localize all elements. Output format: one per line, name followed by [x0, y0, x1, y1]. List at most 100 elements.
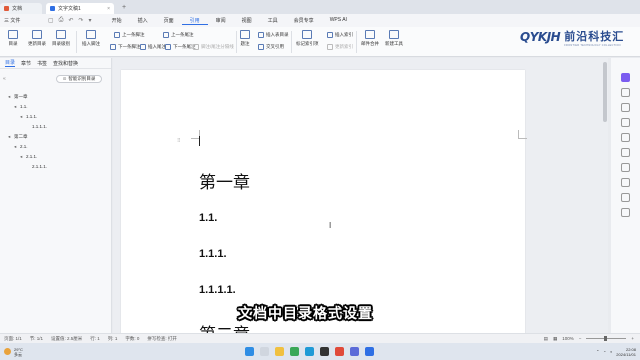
collapse-pane-icon[interactable]: «	[3, 76, 6, 82]
document-area[interactable]: ⠿ 第一章 1.1. 1.1.1. 1.1.1.1. 第二章 I	[113, 58, 608, 333]
app-icon[interactable]	[350, 347, 359, 356]
menu-member[interactable]: 会员专享	[286, 17, 322, 25]
word-icon	[50, 6, 55, 11]
nav-tab-toc[interactable]: 目录	[5, 59, 16, 67]
sidebar-tool-icon[interactable]	[621, 133, 630, 142]
zoom-level[interactable]: 100%	[562, 336, 574, 341]
status-spell[interactable]: 拼写检查: 打开	[147, 336, 177, 342]
menu-tools[interactable]: 工具	[260, 17, 286, 25]
file-explorer-icon[interactable]	[275, 347, 284, 356]
windows-start-icon[interactable]	[245, 347, 254, 356]
app-icon[interactable]	[365, 347, 374, 356]
new-tab-button[interactable]: +	[122, 4, 126, 11]
document-heading-3[interactable]: 1.1.1.	[199, 248, 227, 260]
sidebar-tool-icon[interactable]	[621, 208, 630, 217]
volume-icon[interactable]: ◖	[610, 349, 612, 354]
smart-toc-button[interactable]: ⊙ 智能识别目录	[56, 75, 102, 83]
close-tab-icon[interactable]: ×	[107, 6, 110, 12]
toc-item[interactable]: ◂ 第一章	[8, 92, 47, 102]
wifi-icon[interactable]: ◔	[603, 349, 605, 354]
paragraph-handle-icon[interactable]: ⠿	[177, 138, 181, 144]
sidebar-tool-icon[interactable]	[621, 88, 630, 97]
insert-footnote-button[interactable]: 插入脚注	[82, 30, 100, 47]
mail-merge-button[interactable]: 邮件合并	[361, 30, 379, 47]
vertical-scrollbar[interactable]	[602, 58, 608, 333]
ai-icon[interactable]	[621, 73, 630, 82]
view-mode-icon[interactable]: ▤	[544, 336, 548, 342]
zoom-slider[interactable]	[586, 336, 627, 341]
next-endnote-button[interactable]: 下一条尾注	[165, 44, 196, 50]
sidebar-tool-icon[interactable]	[621, 148, 630, 157]
tab-document-1[interactable]: 文字文稿1 ×	[46, 3, 114, 14]
sidebar-tool-icon[interactable]	[621, 193, 630, 202]
toc-level-button[interactable]: 目录级别	[52, 30, 70, 47]
wps-icon[interactable]	[335, 347, 344, 356]
status-page[interactable]: 页面: 1/1	[4, 336, 22, 342]
update-index-button[interactable]: 更新索引	[327, 44, 353, 50]
save-icon[interactable]: ▢	[48, 17, 54, 24]
dropdown-icon[interactable]: ▾	[89, 17, 92, 24]
toc-icon	[8, 30, 18, 39]
toc-button[interactable]: 目录	[8, 30, 18, 47]
tray-chevron-icon[interactable]: ⌃	[596, 349, 599, 354]
document-heading-1[interactable]: 第一章	[199, 168, 250, 193]
sidebar-tool-icon[interactable]	[621, 178, 630, 187]
file-menu[interactable]: 三 文件	[4, 17, 34, 24]
cross-reference-button[interactable]: 交叉引用	[258, 44, 284, 50]
toc-item[interactable]: ◂ 2.1.1.	[8, 152, 47, 162]
search-icon[interactable]	[260, 347, 269, 356]
undo-icon[interactable]: ↶	[68, 17, 73, 24]
edge-icon[interactable]	[305, 347, 314, 356]
sidebar-tool-icon[interactable]	[621, 103, 630, 112]
nav-tab-sections[interactable]: 章节	[21, 60, 31, 67]
insert-table-of-figures-button[interactable]: 插入表目录	[258, 32, 289, 38]
prev-footnote-button[interactable]: 上一条脚注	[114, 32, 145, 38]
redo-icon[interactable]: ↷	[79, 17, 84, 24]
update-toc-button[interactable]: 更新目录	[28, 30, 46, 47]
document-page[interactable]: ⠿ 第一章 1.1. 1.1.1. 1.1.1.1. 第二章 I	[121, 70, 527, 333]
toc-item[interactable]: 2.1.1.1.	[8, 162, 47, 172]
toc-item[interactable]: ◂ 第二章	[8, 132, 47, 142]
menu-page[interactable]: 页面	[156, 17, 182, 25]
insert-endnote-button[interactable]: 插入尾注	[140, 44, 166, 50]
tab-documents-label: 文档	[12, 6, 23, 12]
toc-item[interactable]: 1.1.1.1.	[8, 122, 47, 132]
weather-widget[interactable]: 29°C 多云	[4, 347, 23, 357]
citation-tools-button[interactable]: 新建工具	[385, 30, 403, 47]
print-icon[interactable]: ⎙	[59, 17, 64, 24]
weather-desc: 多云	[14, 351, 22, 357]
scrollbar-thumb[interactable]	[603, 62, 607, 122]
zoom-in-icon[interactable]: +	[631, 336, 634, 341]
document-heading-2[interactable]: 1.1.	[199, 212, 217, 224]
menu-references[interactable]: 引用	[181, 17, 208, 25]
menu-home[interactable]: 开始	[104, 17, 130, 25]
toc-item[interactable]: ◂ 1.1.1.	[8, 112, 47, 122]
sidebar-tool-icon[interactable]	[621, 118, 630, 127]
mark-index-button[interactable]: 标记索引项	[296, 30, 319, 47]
toc-item[interactable]: ◂ 2.1.	[8, 142, 47, 152]
toc-item[interactable]: ◂ 1.1.	[8, 102, 47, 112]
nav-tab-bookmarks[interactable]: 书签	[37, 60, 47, 67]
document-heading-4[interactable]: 1.1.1.1.	[199, 284, 236, 296]
zoom-out-icon[interactable]: −	[579, 336, 582, 341]
view-mode-icon[interactable]: ▦	[553, 336, 557, 342]
menu-review[interactable]: 审阅	[208, 17, 234, 25]
status-words[interactable]: 字数: 0	[125, 336, 139, 342]
caption-button[interactable]: 题注	[240, 30, 250, 47]
menu-wps-ai[interactable]: WPS AI	[322, 17, 355, 25]
sidebar-tool-icon[interactable]	[621, 163, 630, 172]
update-index-label: 更新索引	[335, 44, 353, 49]
taskbar-apps	[245, 347, 374, 356]
clock[interactable]: 22:08 2024/11/01	[616, 347, 636, 357]
menu-insert[interactable]: 插入	[130, 17, 156, 25]
tab-documents[interactable]: 文档	[0, 3, 42, 14]
app-icon[interactable]	[320, 347, 329, 356]
menu-view[interactable]: 视图	[234, 17, 260, 25]
nav-tab-find-replace[interactable]: 查找和替换	[53, 60, 78, 67]
ribbon-separator	[356, 31, 357, 53]
prev-endnote-button[interactable]: 上一条尾注	[163, 32, 194, 38]
footnote-separator-button[interactable]: 脚注/尾注分隔线	[193, 44, 234, 50]
browser-icon[interactable]	[290, 347, 299, 356]
next-footnote-button[interactable]: 下一条脚注	[110, 44, 141, 50]
insert-index-button[interactable]: 插入索引	[327, 32, 353, 38]
